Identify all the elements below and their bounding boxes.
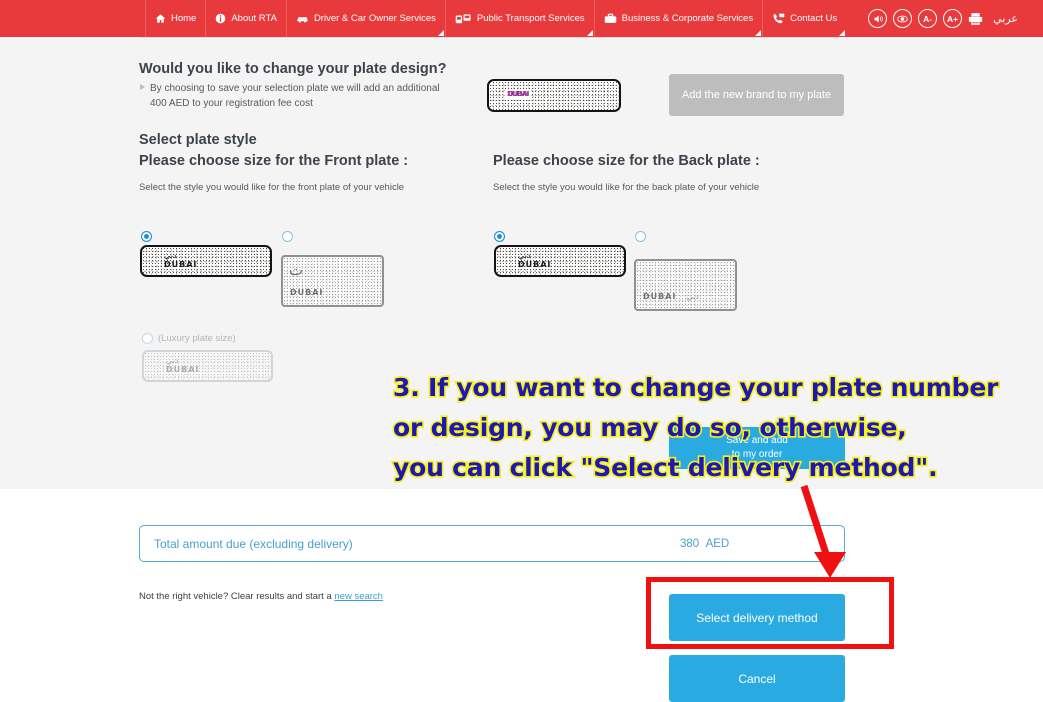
nav-left-spacer — [0, 0, 145, 37]
plate-noise-overlay — [636, 261, 735, 309]
cancel-button[interactable]: Cancel — [669, 655, 845, 702]
nav-item-label: Public Transport Services — [476, 13, 585, 24]
accessibility-tools: A- A+ عربي — [846, 0, 1018, 37]
luxury-plate-label: (Luxury plate size) — [158, 333, 236, 344]
plate-city-label: DUBAI — [164, 260, 198, 269]
briefcase-icon — [604, 13, 617, 24]
total-amount-label: Total amount due (excluding delivery) — [154, 536, 353, 551]
order-summary-section — [0, 489, 1043, 677]
front-square-plate-image[interactable]: ت DUBAI — [281, 255, 384, 307]
nav-item-label: Business & Corporate Services — [621, 13, 754, 24]
save-button-label-line1: Save and add — [726, 435, 788, 446]
select-plate-style-heading: Select plate style — [139, 132, 257, 148]
plate-arabic-text — [495, 91, 498, 100]
sound-icon[interactable] — [868, 9, 888, 28]
nav-item-home[interactable]: Home — [145, 0, 205, 37]
plate-design-bullet-note: By choosing to save your selection plate… — [140, 81, 450, 111]
change-plate-design-heading: Would you like to change your plate desi… — [139, 61, 447, 77]
plate-arabic-text: ت — [289, 262, 304, 279]
nav-item-label: Home — [171, 13, 197, 24]
nav-item-about-rta[interactable]: About RTA — [205, 0, 286, 37]
front-long-plate-image[interactable]: دبي DUBAI — [140, 245, 272, 277]
nav-item-label: About RTA — [231, 13, 277, 24]
nav-item-business-corporate-services[interactable]: Business & Corporate Services — [593, 0, 762, 37]
new-search-link[interactable]: new search — [334, 591, 383, 602]
total-amount-box: Total amount due (excluding delivery) 38… — [139, 525, 845, 562]
plate-city-label: DUBAI — [518, 260, 552, 269]
back-long-plate-image[interactable]: دبي DUBAI — [494, 245, 626, 277]
add-new-brand-button[interactable]: Add the new brand to my plate — [669, 74, 844, 116]
total-amount-value: 380 AED — [680, 538, 729, 550]
front-plate-title: Please choose size for the Front plate : — [139, 153, 409, 169]
total-amount-number: 380 — [680, 537, 700, 550]
plate-noise-overlay — [142, 247, 270, 275]
increase-font-icon[interactable]: A+ — [943, 9, 963, 28]
new-search-note-text: Not the right vehicle? Clear results and… — [139, 591, 335, 602]
bus-icon — [455, 13, 472, 25]
select-delivery-method-button[interactable]: Select delivery method — [669, 594, 845, 641]
nav-item-public-transport-services[interactable]: Public Transport Services — [444, 0, 594, 37]
phone-icon — [772, 13, 785, 25]
plate-arabic-text: دبي — [518, 251, 531, 260]
decrease-font-icon[interactable]: A- — [918, 9, 938, 28]
nav-item-label: Driver & Car Owner Services — [313, 13, 436, 24]
save-button-label-line2: to my order — [731, 449, 783, 460]
plate-arabic-text: دبي — [166, 356, 179, 365]
info-icon — [215, 13, 226, 24]
new-search-note: Not the right vehicle? Clear results and… — [139, 591, 383, 602]
total-amount-currency: AED — [705, 537, 730, 550]
current-plate-preview: DUBAI — [487, 79, 621, 112]
eye-icon[interactable] — [893, 9, 913, 28]
bullet-triangle-icon — [140, 84, 145, 90]
plate-city-label: DUBAI — [290, 288, 324, 297]
home-icon — [155, 13, 166, 24]
back-plate-title: Please choose size for the Back plate : — [493, 153, 760, 169]
plate-arabic-text: دبي — [686, 292, 699, 301]
car-icon — [296, 13, 309, 24]
top-navigation-bar: Home About RTA Driver & Car Owner Servic… — [0, 0, 1043, 37]
plate-noise-overlay — [144, 352, 271, 380]
nav-item-label: Contact Us — [790, 13, 838, 24]
dubai-logo-icon: DUBAI — [505, 90, 530, 100]
radio-back-square-plate[interactable] — [635, 231, 646, 242]
plate-arabic-text: دبي — [164, 251, 177, 260]
plate-noise-overlay — [496, 247, 624, 275]
plate-city-label: DUBAI — [643, 292, 677, 301]
back-plate-note: Select the style you would like for the … — [493, 182, 760, 193]
front-plate-note: Select the style you would like for the … — [139, 182, 405, 193]
divider — [139, 37, 839, 38]
plate-city-label: DUBAI — [166, 365, 200, 374]
nav-item-contact-us[interactable]: Contact Us — [762, 0, 846, 37]
radio-front-luxury-plate[interactable] — [142, 333, 153, 344]
arabic-language-link[interactable]: عربي — [993, 12, 1018, 25]
nav-item-driver-car-owner-services[interactable]: Driver & Car Owner Services — [285, 0, 445, 37]
radio-front-square-plate[interactable] — [282, 231, 293, 242]
radio-back-long-plate[interactable] — [494, 231, 505, 242]
front-luxury-plate-image[interactable]: دبي DUBAI — [142, 350, 273, 382]
back-square-plate-image[interactable]: DUBAI دبي — [634, 259, 737, 311]
save-and-add-to-order-button[interactable]: Save and add to my order — [669, 427, 845, 469]
radio-front-long-plate[interactable] — [141, 231, 152, 242]
print-icon[interactable] — [968, 12, 983, 26]
